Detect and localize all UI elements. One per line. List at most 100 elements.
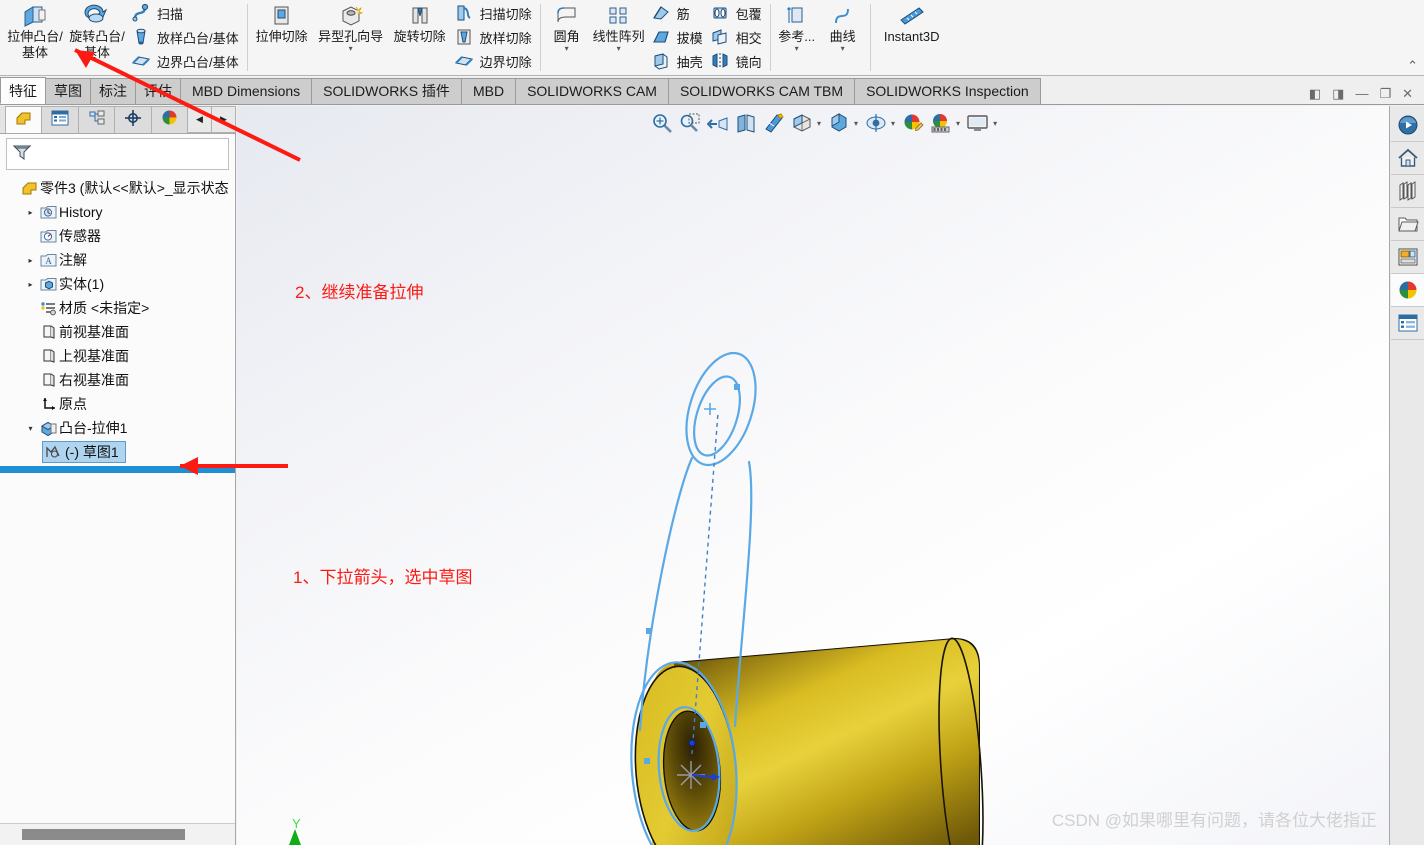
task-pane <box>1389 106 1424 845</box>
panel-nav-next-button[interactable]: ▶ <box>211 106 236 133</box>
tree-horizontal-scrollbar[interactable] <box>0 823 235 845</box>
file-explorer-icon[interactable] <box>1391 208 1424 241</box>
appearances-scenes-icon[interactable] <box>1391 274 1424 307</box>
restore-right-icon[interactable]: ◨ <box>1332 87 1344 101</box>
cut-small-column: 扫描切除 放样切除 边界切除 <box>451 0 536 75</box>
extrude-boss-button[interactable]: 拉伸凸台/基体 <box>4 0 66 75</box>
tree-expander-history-icon[interactable]: ▸ <box>23 208 38 217</box>
loft-boss-button[interactable]: 放样凸台/基体 <box>128 25 243 49</box>
tab-evaluate[interactable]: 评估 <box>135 78 181 104</box>
ribbon-collapse-chevron-icon[interactable]: ⌃ <box>1407 58 1418 74</box>
linear-pattern-caret-icon[interactable]: ▾ <box>617 45 621 53</box>
tree-expander-boss-extrude-icon[interactable]: ▾ <box>23 424 38 433</box>
display-manager-tab[interactable] <box>150 106 189 133</box>
solidworks-resources-icon[interactable] <box>1391 109 1424 142</box>
solidbody-icon <box>38 276 59 292</box>
sketch-icon <box>44 444 65 460</box>
scrollbar-thumb[interactable] <box>22 829 185 840</box>
maximize-icon[interactable]: ❐ <box>1379 87 1391 101</box>
intersect-button[interactable]: 相交 <box>707 25 766 49</box>
instant3d-button[interactable]: Instant3D <box>874 0 950 75</box>
tab-solidworks-inspection[interactable]: SOLIDWORKS Inspection <box>854 78 1041 104</box>
instant3d-icon <box>897 3 927 29</box>
reference-geometry-button[interactable]: 参考... ▾ <box>774 0 820 75</box>
close-icon[interactable]: ✕ <box>1402 87 1413 101</box>
minimize-icon[interactable]: — <box>1355 87 1368 101</box>
draft-button[interactable]: 拔模 <box>648 25 707 49</box>
tree-item-right-plane-label: 右视基准面 <box>59 372 129 388</box>
extrude-cut-button[interactable]: 拉伸切除 <box>251 0 313 75</box>
tree-item-sketch1-selected[interactable]: (-) 草图1 <box>42 441 126 463</box>
reference-geometry-caret-icon[interactable]: ▾ <box>795 45 799 53</box>
model-graphics[interactable] <box>237 106 1389 845</box>
tab-mbd-dimensions[interactable]: MBD Dimensions <box>180 78 313 104</box>
tree-item-part[interactable]: 零件3 (默认<<默认>_显示状态 <box>0 176 235 200</box>
boundary-cut-button[interactable]: 边界切除 <box>451 49 536 73</box>
fillet-button[interactable]: 圆角 ▾ <box>544 0 590 75</box>
tree-expander-annotations-icon[interactable]: ▸ <box>23 256 38 265</box>
extrude-cut-label: 拉伸切除 <box>255 29 308 44</box>
wrap-label: 包覆 <box>735 6 762 22</box>
configuration-manager-tab[interactable] <box>77 106 116 133</box>
tree-filter-input[interactable] <box>6 138 229 170</box>
restore-left-icon[interactable]: ◧ <box>1309 87 1321 101</box>
panel-nav-prev-button[interactable]: ◀ <box>187 106 212 133</box>
curves-caret-icon[interactable]: ▾ <box>841 45 845 53</box>
dimxpert-manager-tab[interactable] <box>114 106 152 133</box>
tree-item-front-plane-label: 前视基准面 <box>59 324 129 340</box>
revolve-cut-button[interactable]: 旋转切除 <box>389 0 451 75</box>
loft-cut-button[interactable]: 放样切除 <box>451 25 536 49</box>
curves-button[interactable]: 曲线 ▾ <box>820 0 866 75</box>
intersect-label: 相交 <box>735 30 762 46</box>
sweep-button[interactable]: 扫描 <box>128 1 243 25</box>
ribbon-group-boss-base: 拉伸凸台/基体 旋转凸台/基体 扫描 放样凸台/基体 边界凸台/基体 <box>0 0 247 75</box>
shell-button[interactable]: 抽壳 <box>648 49 707 73</box>
rib-button[interactable]: 筋 <box>648 1 707 25</box>
tab-mbd[interactable]: MBD <box>460 78 517 104</box>
tree-item-top-plane-label: 上视基准面 <box>59 348 129 364</box>
tree-item-front-plane[interactable]: 前视基准面 <box>0 320 235 344</box>
tab-sketch[interactable]: 草图 <box>45 78 91 104</box>
wrap-button[interactable]: 包覆 <box>707 1 766 25</box>
boundary-boss-button[interactable]: 边界凸台/基体 <box>128 49 243 73</box>
tab-markup[interactable]: 标注 <box>90 78 136 104</box>
view-palette-icon[interactable] <box>1391 241 1424 274</box>
property-manager-tab[interactable] <box>41 106 79 133</box>
tree-item-solid-bodies[interactable]: ▸ 实体(1) <box>0 272 235 296</box>
feature-manager-tab[interactable] <box>5 106 43 133</box>
tree-expander-bodies-icon[interactable]: ▸ <box>23 280 38 289</box>
design-library-home-icon[interactable] <box>1391 142 1424 175</box>
fillet-caret-icon[interactable]: ▾ <box>565 45 569 53</box>
tab-solidworks-cam[interactable]: SOLIDWORKS CAM <box>515 78 669 104</box>
shell-icon <box>650 50 672 72</box>
tree-item-boss-extrude1[interactable]: ▾ 凸台-拉伸1 <box>0 416 235 440</box>
tree-item-annotations[interactable]: ▸ A 注解 <box>0 248 235 272</box>
tree-item-right-plane[interactable]: 右视基准面 <box>0 368 235 392</box>
draft-label: 拔模 <box>676 30 703 46</box>
tab-solidworks-cam-tbm[interactable]: SOLIDWORKS CAM TBM <box>667 78 856 104</box>
revolve-cut-icon <box>407 3 433 29</box>
part-icon <box>19 180 40 197</box>
feature-manager-panel: ◀ ▶ 零件3 (默认<<默认>_显示状态 ▸ History 传感器 ▸ A … <box>0 106 236 845</box>
design-library-icon[interactable] <box>1391 175 1424 208</box>
sweep-cut-button[interactable]: 扫描切除 <box>451 1 536 25</box>
tree-item-history[interactable]: ▸ History <box>0 200 235 224</box>
tree-item-sketch1[interactable]: (-) 草图1 <box>0 440 235 464</box>
mirror-button[interactable]: 镜向 <box>707 49 766 73</box>
hole-wizard-button[interactable]: 异型孔向导 ▾ <box>313 0 389 75</box>
tab-features[interactable]: 特征 <box>0 77 46 104</box>
custom-properties-icon[interactable] <box>1391 307 1424 340</box>
tree-item-origin[interactable]: 原点 <box>0 392 235 416</box>
hole-wizard-caret-icon[interactable]: ▾ <box>349 45 353 53</box>
tree-item-sensors[interactable]: 传感器 <box>0 224 235 248</box>
linear-pattern-button[interactable]: 线性阵列 ▾ <box>590 0 648 75</box>
rollback-bar[interactable] <box>0 466 235 473</box>
tab-mbd-dimensions-label: MBD Dimensions <box>192 83 301 99</box>
tree-item-material[interactable]: 材质 <未指定> <box>0 296 235 320</box>
tree-item-top-plane[interactable]: 上视基准面 <box>0 344 235 368</box>
tab-solidworks-addins[interactable]: SOLIDWORKS 插件 <box>311 78 462 104</box>
graphics-viewport[interactable]: ▾ ▾ ▾ ▾ ▾ 1、下拉箭头，选中草图 2、继续准备拉伸 Y CSDN @如… <box>237 106 1389 845</box>
feature-tree-icon <box>14 109 34 132</box>
revolve-boss-button[interactable]: 旋转凸台/基体 <box>66 0 128 75</box>
loft-boss-icon <box>130 26 152 48</box>
